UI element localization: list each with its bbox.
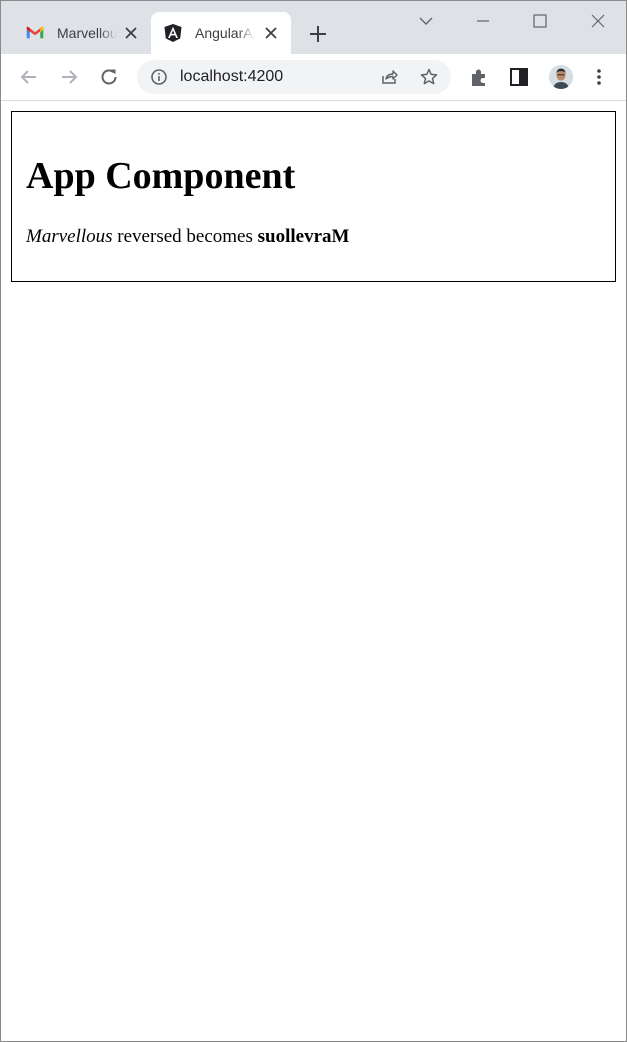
tab-title: AngularApp: [195, 25, 255, 41]
page-viewport: App Component Marvellous reversed become…: [1, 101, 626, 1041]
minimize-icon[interactable]: [474, 12, 492, 30]
tab-search-icon[interactable]: [417, 12, 435, 30]
site-info-icon[interactable]: [150, 68, 168, 86]
address-bar[interactable]: localhost:4200: [137, 60, 451, 94]
back-icon[interactable]: [18, 66, 40, 88]
tab-title: Marvellous: [57, 25, 117, 41]
close-window-icon[interactable]: [589, 12, 607, 30]
menu-icon[interactable]: [588, 66, 610, 88]
browser-window: Marvellous AngularApp: [0, 0, 627, 1042]
share-icon[interactable]: [380, 68, 398, 86]
browser-toolbar: localhost:4200: [1, 54, 626, 101]
tab-strip: Marvellous AngularApp: [1, 1, 626, 54]
tab-angularapp[interactable]: AngularApp: [151, 12, 291, 54]
connector-text: reversed becomes: [112, 226, 258, 247]
avatar-image: [549, 65, 573, 89]
close-tab-icon[interactable]: [123, 25, 139, 41]
profile-avatar[interactable]: [549, 65, 573, 89]
extensions-icon[interactable]: [468, 66, 490, 88]
reload-icon[interactable]: [98, 66, 120, 88]
bookmark-star-icon[interactable]: [420, 68, 438, 86]
close-tab-icon[interactable]: [263, 25, 279, 41]
input-word: Marvellous: [26, 226, 113, 247]
forward-icon[interactable]: [58, 66, 80, 88]
url-text: localhost:4200: [180, 68, 284, 85]
side-panel-icon[interactable]: [508, 66, 530, 88]
new-tab-icon[interactable]: [307, 23, 329, 45]
app-component-box: App Component Marvellous reversed become…: [11, 111, 616, 282]
tab-gmail[interactable]: Marvellous: [13, 12, 151, 54]
maximize-icon[interactable]: [531, 12, 549, 30]
reverse-result-text: Marvellous reversed becomes suollevraM: [26, 226, 349, 248]
gmail-icon: [26, 26, 44, 39]
angular-icon: [164, 24, 182, 42]
page-heading: App Component: [26, 155, 296, 197]
reversed-word: suollevraM: [257, 226, 350, 247]
